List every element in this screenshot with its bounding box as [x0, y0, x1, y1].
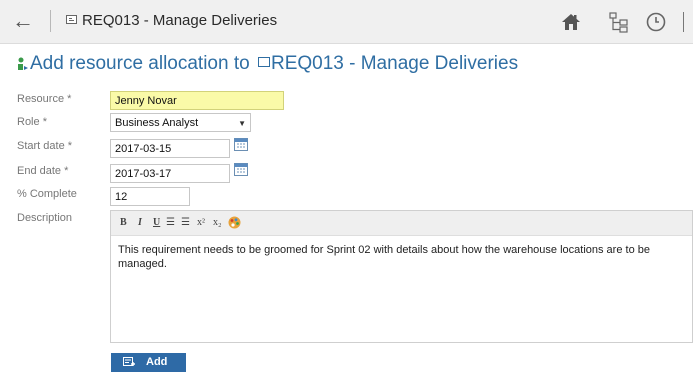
requirement-icon	[66, 15, 77, 24]
bold-button[interactable]: B	[120, 216, 127, 230]
page-title: REQ013 - Manage Deliveries	[82, 12, 278, 29]
subscript-button[interactable]: x₂	[213, 216, 222, 230]
hierarchy-icon[interactable]	[608, 11, 630, 33]
chevron-down-icon: ▼	[238, 119, 246, 128]
home-icon[interactable]	[561, 12, 581, 32]
end-date-label: End date *	[17, 165, 69, 177]
start-date-input[interactable]: 2017-03-15	[110, 139, 230, 158]
requirement-icon	[257, 57, 270, 67]
clock-icon[interactable]	[645, 11, 667, 33]
add-resource-icon	[123, 357, 135, 366]
bulleted-list-button[interactable]: ☰	[166, 216, 175, 230]
heading-item-link[interactable]: REQ013 - Manage Deliveries	[271, 53, 518, 74]
form-heading: Add resource allocation to REQ013 - Mana…	[30, 53, 518, 75]
start-date-label: Start date *	[17, 140, 73, 152]
toolbar-divider	[683, 12, 684, 32]
back-arrow-icon[interactable]: ←	[10, 8, 36, 34]
role-select[interactable]: Business Analyst ▼	[110, 113, 251, 132]
percent-complete-label: % Complete	[17, 188, 77, 200]
description-editor[interactable]: B I U ☰ ☰ x² x₂ This requirement needs t…	[110, 210, 693, 343]
calendar-icon[interactable]	[234, 137, 248, 151]
color-palette-icon[interactable]	[228, 216, 241, 229]
top-bar: ← REQ013 - Manage Deliveries	[0, 0, 693, 44]
role-selected-value: Business Analyst	[115, 117, 199, 129]
role-label: Role *	[17, 116, 47, 128]
editor-toolbar: B I U ☰ ☰ x² x₂	[111, 211, 692, 236]
numbered-list-button[interactable]: ☰	[181, 216, 190, 230]
resource-label: Resource *	[17, 93, 72, 105]
calendar-icon[interactable]	[234, 162, 248, 176]
add-button-label: Add	[146, 356, 168, 368]
end-date-input[interactable]: 2017-03-17	[110, 164, 230, 183]
superscript-button[interactable]: x²	[197, 216, 205, 230]
toolbar-divider	[50, 10, 51, 32]
percent-complete-input[interactable]: 12	[110, 187, 190, 206]
heading-prefix: Add resource allocation to	[30, 53, 255, 74]
underline-button[interactable]: U	[153, 216, 160, 230]
resource-input[interactable]: Jenny Novar	[110, 91, 284, 110]
description-text[interactable]: This requirement needs to be groomed for…	[118, 243, 683, 271]
resource-allocation-icon	[18, 57, 28, 70]
italic-button[interactable]: I	[138, 216, 142, 230]
description-label: Description	[17, 212, 73, 224]
add-button[interactable]: Add	[111, 353, 186, 372]
